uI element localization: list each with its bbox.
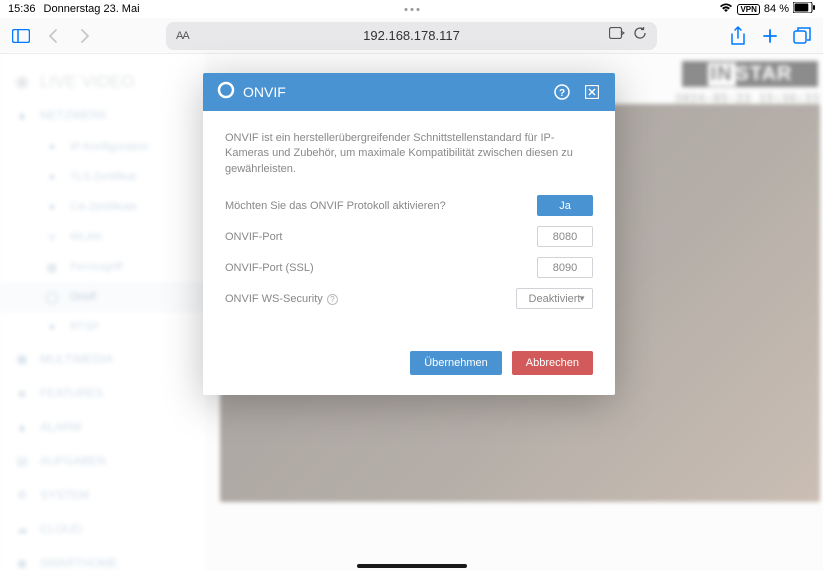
onvif-header-icon — [217, 81, 235, 104]
port-label: ONVIF-Port — [225, 231, 537, 243]
activate-toggle[interactable]: Ja — [537, 195, 593, 216]
modal-header: ONVIF ? — [203, 73, 615, 111]
ssl-port-input[interactable] — [537, 257, 593, 278]
sidebar-toggle-icon[interactable] — [10, 25, 32, 47]
ssl-port-label: ONVIF-Port (SSL) — [225, 262, 537, 274]
wifi-icon — [719, 3, 733, 16]
safari-toolbar: AA 192.168.178.117 — [0, 18, 823, 54]
help-inline-icon[interactable]: ? — [327, 294, 338, 305]
modal-description: ONVIF ist ein herstellerübergreifender S… — [225, 131, 593, 177]
home-indicator[interactable] — [357, 564, 467, 568]
svg-text:?: ? — [559, 88, 565, 99]
multitask-dots — [404, 8, 419, 11]
onvif-modal: ONVIF ? ONVIF ist ein herstellerübergrei… — [203, 73, 615, 395]
battery-icon — [793, 2, 815, 16]
status-date: Donnerstag 23. Mai — [44, 3, 140, 15]
cancel-button[interactable]: Abbrechen — [512, 351, 593, 375]
extension-icon[interactable] — [609, 26, 625, 45]
reload-icon[interactable] — [633, 26, 647, 45]
url-text: 192.168.178.117 — [363, 28, 460, 43]
activate-label: Möchten Sie das ONVIF Protokoll aktivier… — [225, 200, 537, 212]
url-bar[interactable]: AA 192.168.178.117 — [166, 22, 657, 50]
ios-status-bar: 15:36 Donnerstag 23. Mai VPN 84 % — [0, 0, 823, 18]
text-size-icon[interactable]: AA — [176, 30, 189, 42]
modal-footer: Übernehmen Abbrechen — [203, 339, 615, 395]
wss-select[interactable]: Deaktiviert▼ — [516, 288, 593, 309]
wss-label: ONVIF WS-Security? — [225, 293, 516, 305]
help-icon[interactable]: ? — [553, 83, 571, 101]
tabs-icon[interactable] — [791, 25, 813, 47]
submit-button[interactable]: Übernehmen — [410, 351, 502, 375]
modal-title: ONVIF — [243, 84, 286, 100]
vpn-badge: VPN — [737, 4, 759, 15]
chevron-down-icon: ▼ — [578, 294, 586, 303]
back-icon[interactable] — [42, 25, 64, 47]
battery-percent: 84 % — [764, 3, 789, 15]
port-input[interactable] — [537, 226, 593, 247]
share-icon[interactable] — [727, 25, 749, 47]
close-icon[interactable] — [583, 83, 601, 101]
status-time: 15:36 — [8, 3, 36, 15]
new-tab-icon[interactable] — [759, 25, 781, 47]
forward-icon[interactable] — [74, 25, 96, 47]
modal-body: ONVIF ist ein herstellerübergreifender S… — [203, 111, 615, 339]
